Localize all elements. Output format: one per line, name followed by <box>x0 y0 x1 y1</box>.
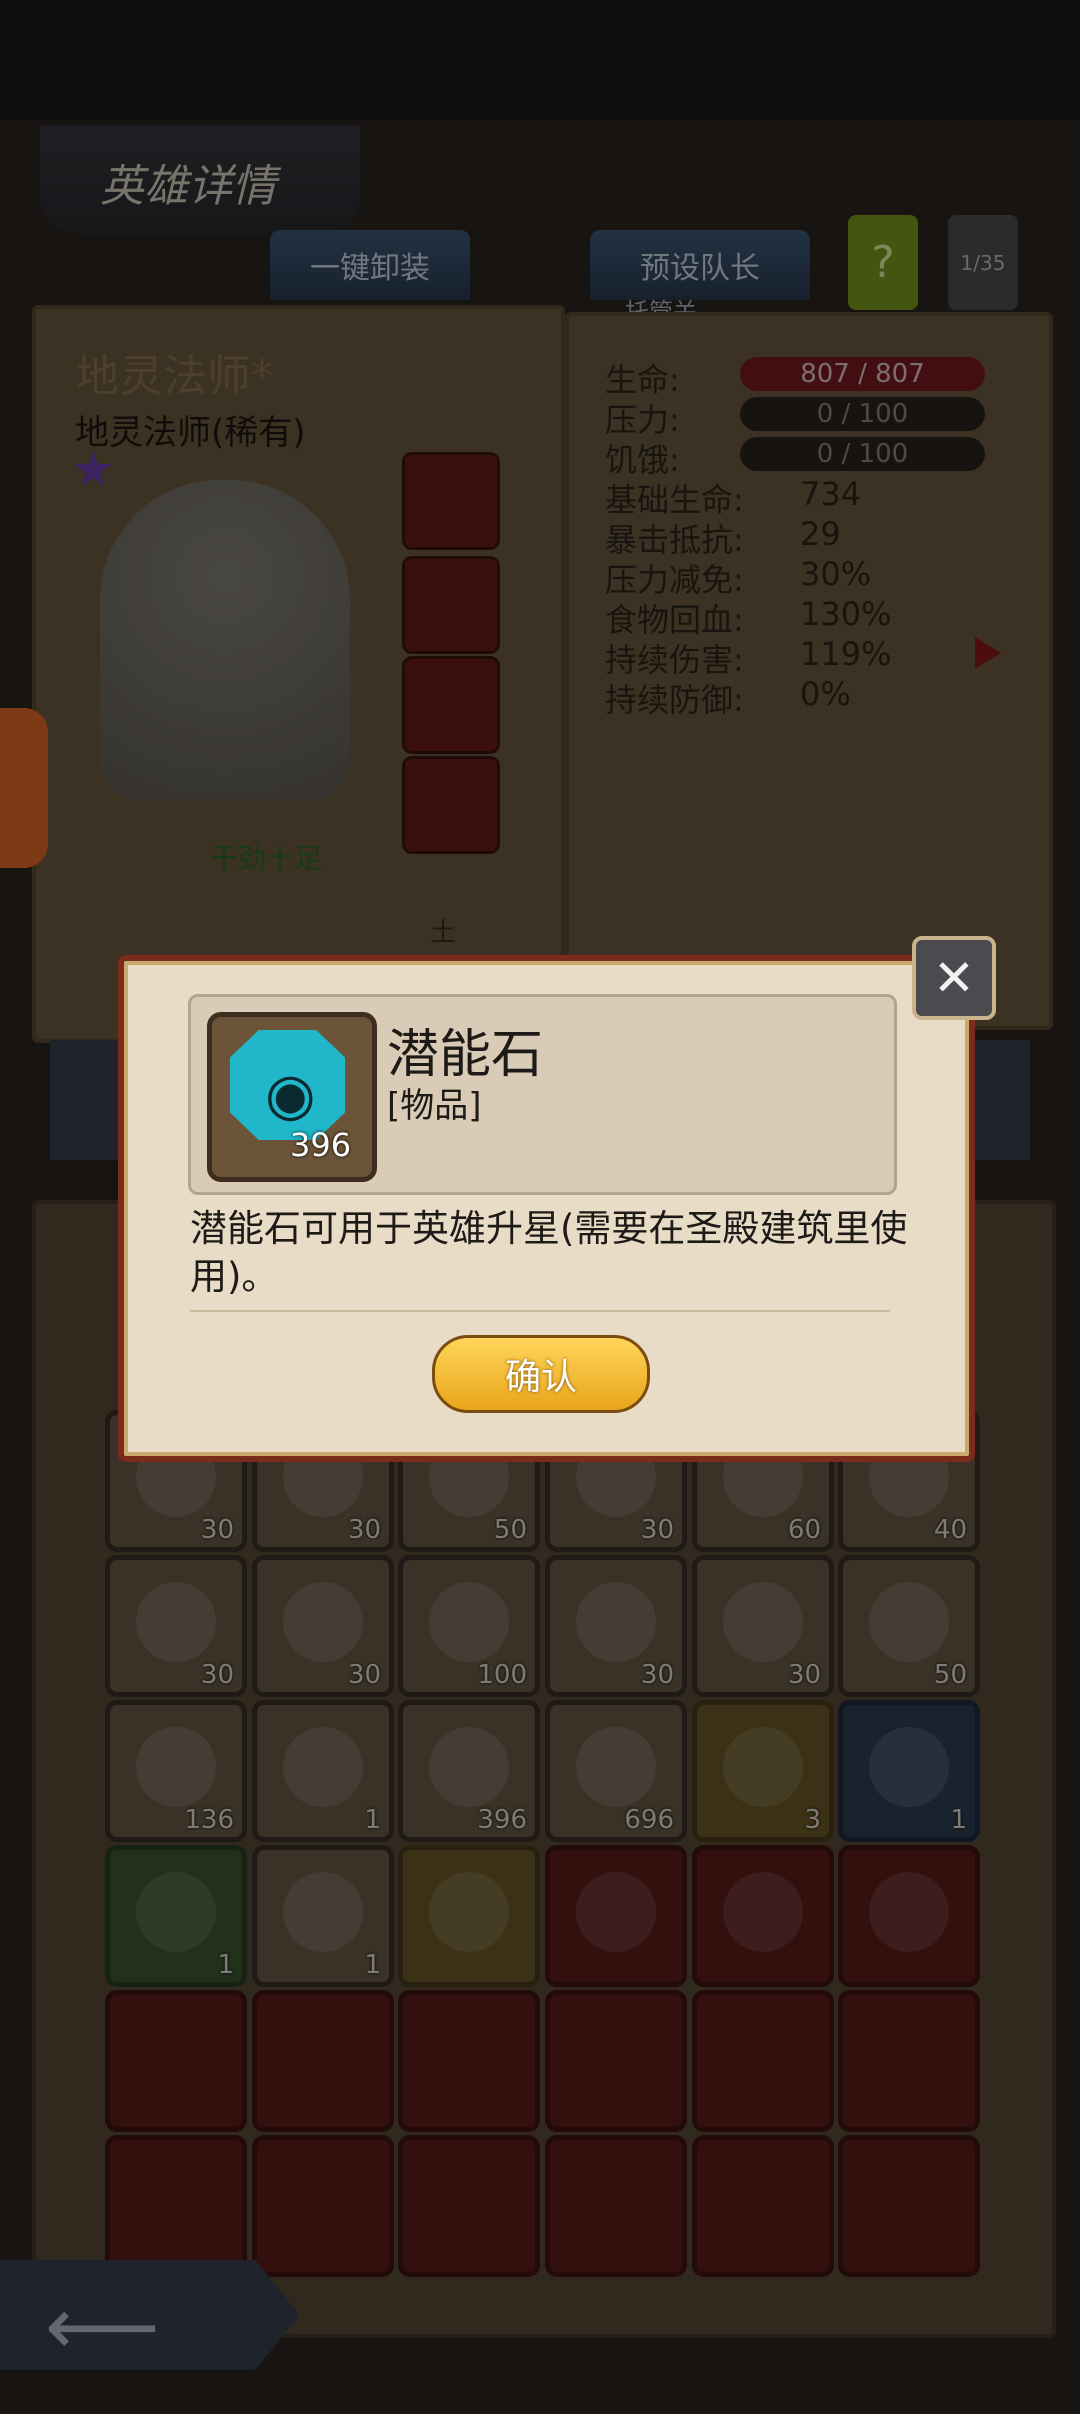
close-icon[interactable]: ✕ <box>912 936 996 1020</box>
status-bar <box>0 0 1080 120</box>
item-description: 潜能石可用于英雄升星(需要在圣殿建筑里使用)。 <box>190 1207 908 1298</box>
item-type: [物品] <box>387 1086 482 1126</box>
item-quantity: 396 <box>290 1126 352 1164</box>
item-name: 潜能石 <box>387 1025 544 1085</box>
gem-symbol: ◉ <box>265 1060 316 1128</box>
dialog-divider <box>190 1310 890 1312</box>
confirm-button[interactable]: 确认 <box>432 1335 650 1413</box>
